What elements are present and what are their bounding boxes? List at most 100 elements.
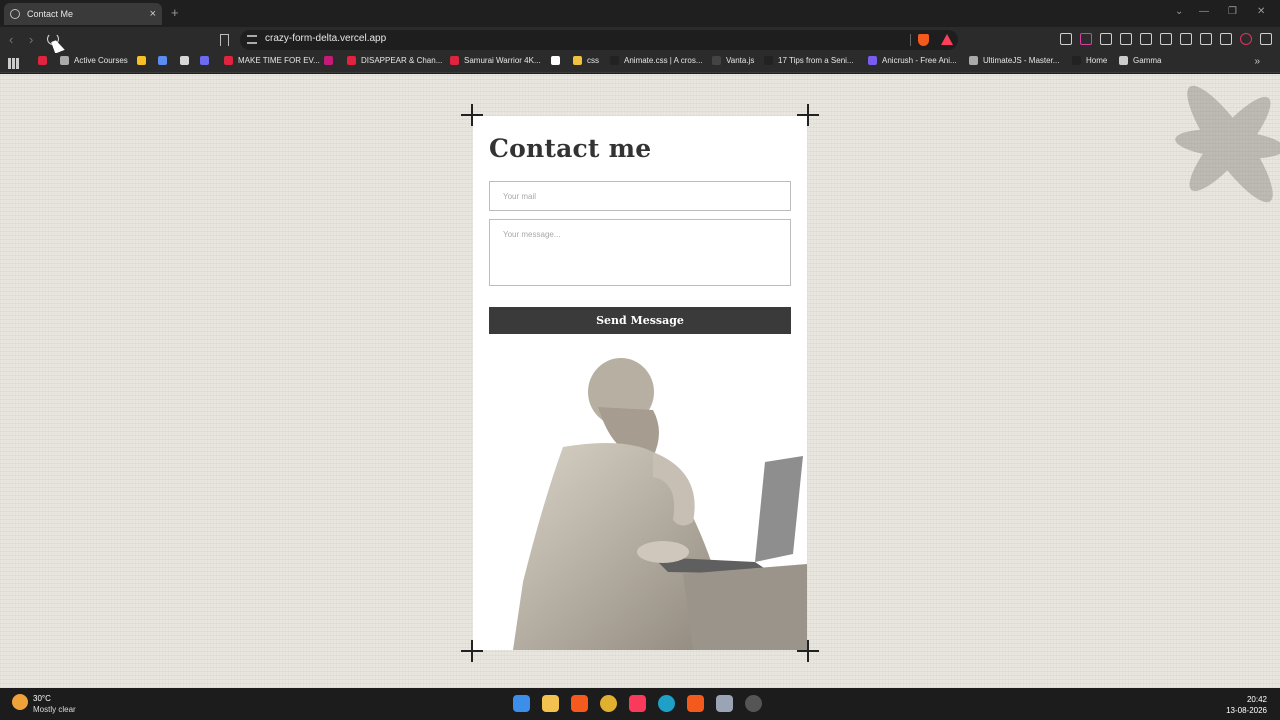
- brave-shields-icon[interactable]: [918, 34, 929, 46]
- taskbar: 30°C Mostly clear 20:42 13-08-2026: [0, 688, 1280, 720]
- bookmark-label: css: [587, 56, 599, 65]
- bookmark-favicon-icon: [158, 56, 167, 65]
- tab-close-icon[interactable]: ×: [150, 8, 156, 20]
- toolbar-actions: [1060, 33, 1272, 45]
- apps-grid-icon[interactable]: [8, 58, 19, 69]
- bookmark-item[interactable]: 17 Tips from a Seni...: [764, 56, 854, 65]
- maximize-button[interactable]: ❐: [1228, 6, 1237, 17]
- bookmark-item[interactable]: MAKE TIME FOR EV...: [224, 56, 320, 65]
- bookmark-favicon-icon: [610, 56, 619, 65]
- bookmark-item[interactable]: UltimateJS - Master...: [969, 56, 1059, 65]
- bookmark-favicon-icon: [551, 56, 560, 65]
- forward-icon[interactable]: ›: [29, 32, 33, 47]
- vpn-icon[interactable]: [1220, 33, 1232, 45]
- corner-crosshair-icon: [797, 104, 819, 126]
- sidebar-icon[interactable]: [1160, 33, 1172, 45]
- speaker-icon[interactable]: [1060, 33, 1072, 45]
- bookmark-favicon-icon: [224, 56, 233, 65]
- bookmark-favicon-icon: [38, 56, 47, 65]
- minimize-button[interactable]: —: [1199, 6, 1209, 17]
- system-clock[interactable]: 20:42 13-08-2026: [1226, 694, 1267, 716]
- leo-ai-icon[interactable]: [1200, 33, 1212, 45]
- globe-icon: [10, 9, 20, 19]
- edge-icon[interactable]: [658, 695, 675, 712]
- bookmark-favicon-icon: [969, 56, 978, 65]
- tab-strip: Contact Me × + ⌄ — ❐ ✕: [0, 0, 1280, 27]
- corner-crosshair-icon: [461, 640, 483, 662]
- bookmark-item[interactable]: Anicrush - Free Ani...: [868, 56, 957, 65]
- music-icon[interactable]: [629, 695, 646, 712]
- close-window-button[interactable]: ✕: [1257, 6, 1265, 17]
- back-icon[interactable]: ‹: [9, 32, 13, 47]
- weather-status: Mostly clear: [33, 705, 76, 714]
- bookmark-icon[interactable]: [220, 34, 229, 46]
- bookmark-favicon-icon: [868, 56, 877, 65]
- bookmark-label: Active Courses: [74, 56, 128, 65]
- message-field[interactable]: Your message...: [489, 219, 791, 286]
- profile-icon[interactable]: [1240, 33, 1252, 45]
- clock-time: 20:42: [1246, 695, 1267, 704]
- bookmark-favicon-icon: [200, 56, 209, 65]
- bookmark-item[interactable]: Active Courses: [60, 56, 128, 65]
- brave-icon[interactable]: [687, 695, 704, 712]
- email-field[interactable]: Your mail: [489, 181, 791, 211]
- bookmark-favicon-icon: [137, 56, 146, 65]
- bookmark-label: UltimateJS - Master...: [983, 56, 1060, 65]
- bookmark-item[interactable]: Animate.css | A cros...: [610, 56, 703, 65]
- bookmark-item[interactable]: [137, 56, 151, 65]
- bookmark-label: Home: [1086, 56, 1108, 65]
- new-tab-button[interactable]: +: [171, 5, 179, 20]
- bookmark-label: Vanta.js: [726, 56, 755, 65]
- tab-title: Contact Me: [27, 9, 74, 19]
- bookmark-favicon-icon: [573, 56, 582, 65]
- windows-start-icon[interactable]: [513, 695, 530, 712]
- browser-toolbar: ‹ › crazy-form-delta.vercel.app: [0, 27, 1280, 53]
- site-settings-icon[interactable]: [247, 35, 257, 44]
- corner-crosshair-icon: [461, 104, 483, 126]
- bookmark-favicon-icon: [1072, 56, 1081, 65]
- bookmark-item[interactable]: Home: [1072, 56, 1107, 65]
- capture-icon[interactable]: [716, 695, 733, 712]
- brave-rewards-icon[interactable]: [941, 34, 953, 45]
- bookmark-item[interactable]: DISAPPEAR & Chan...: [347, 56, 442, 65]
- bookmark-item[interactable]: css: [573, 56, 599, 65]
- bookmark-favicon-icon: [180, 56, 189, 65]
- extensions-icon[interactable]: [1100, 33, 1112, 45]
- bookmark-favicon-icon: [764, 56, 773, 65]
- bookmark-item[interactable]: [324, 56, 338, 65]
- divider: [910, 34, 911, 46]
- taskbar-apps: [513, 695, 762, 712]
- bookmark-label: Animate.css | A cros...: [624, 56, 703, 65]
- recorder-icon[interactable]: [745, 695, 762, 712]
- bookmark-item[interactable]: [158, 56, 172, 65]
- bookmark-item[interactable]: [38, 56, 52, 65]
- bookmark-favicon-icon: [347, 56, 356, 65]
- more-bookmarks-icon[interactable]: »: [1254, 56, 1260, 67]
- bookmark-item[interactable]: Gamma: [1119, 56, 1161, 65]
- contact-card: Contact me Your mail Your message... Sen…: [461, 104, 819, 662]
- extension-flag-icon[interactable]: [1080, 33, 1092, 45]
- tab-search-icon[interactable]: ⌄: [1175, 6, 1183, 17]
- address-bar[interactable]: crazy-form-delta.vercel.app: [240, 30, 958, 50]
- brave-icon[interactable]: [571, 695, 588, 712]
- send-message-button[interactable]: Send Message: [489, 307, 791, 334]
- media-icon[interactable]: [1140, 33, 1152, 45]
- wallet-icon[interactable]: [1180, 33, 1192, 45]
- weather-icon[interactable]: [12, 694, 28, 710]
- page-viewport: Contact me Your mail Your message... Sen…: [0, 74, 1280, 688]
- bookmark-item[interactable]: Vanta.js: [712, 56, 754, 65]
- bookmark-item[interactable]: Samurai Warrior 4K...: [450, 56, 541, 65]
- url-text[interactable]: crazy-form-delta.vercel.app: [265, 33, 386, 44]
- tab-contact-me[interactable]: Contact Me ×: [4, 3, 162, 25]
- chrome-icon[interactable]: [600, 695, 617, 712]
- clock-date: 13-08-2026: [1226, 706, 1267, 715]
- file-explorer-icon[interactable]: [542, 695, 559, 712]
- bookmark-item[interactable]: [551, 56, 565, 65]
- menu-icon[interactable]: [1260, 33, 1272, 45]
- bookmarks-bar: Active Courses MAKE TIME FOR EV... DISAPPE…: [0, 53, 1280, 73]
- bookmark-favicon-icon: [450, 56, 459, 65]
- download-icon[interactable]: [1120, 33, 1132, 45]
- bookmark-item[interactable]: [200, 56, 214, 65]
- bookmark-item[interactable]: [180, 56, 194, 65]
- corner-crosshair-icon: [797, 640, 819, 662]
